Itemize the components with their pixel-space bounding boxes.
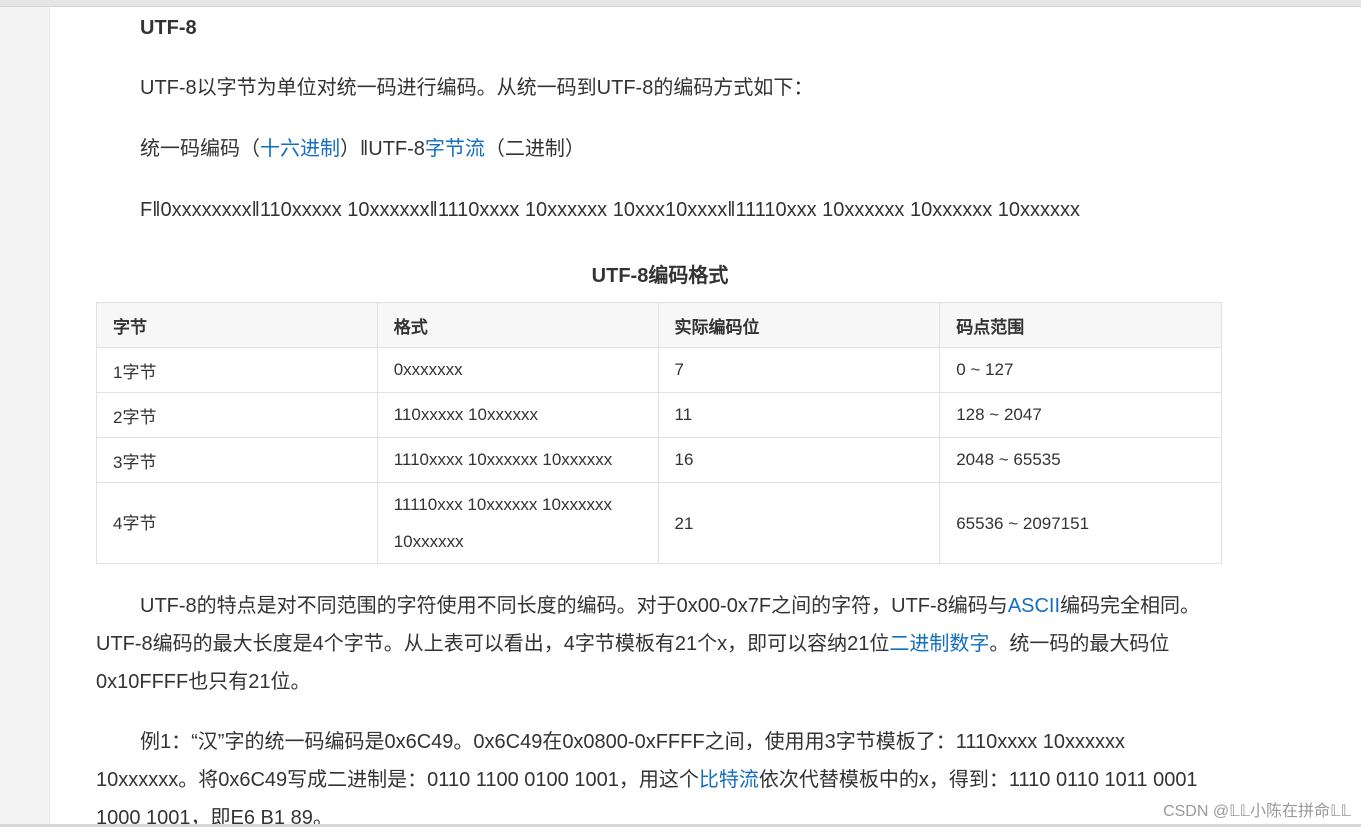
section-heading: UTF-8 [140,17,197,39]
top-border [0,0,1361,7]
cell-range: 2048 ~ 65535 [939,437,1222,483]
table-row: 2字节 110xxxxx 10xxxxxx 11 128 ~ 2047 [96,392,1222,438]
para2-text-b: 依次代替模板中的x，得到：1110 0110 1011 0001 [758,769,1198,791]
cell-format: 11110xxx 10xxxxxx 10xxxxxx 10xxxxxx [376,482,659,564]
cell-bits: 16 [657,437,941,483]
para1-text-a: UTF-8的特点是对不同范围的字符使用不同长度的编码。对于0x00-0x7F之间… [140,595,1008,617]
byte-stream-link[interactable]: 字节流 [425,138,485,160]
cell-range: 128 ~ 2047 [939,392,1222,438]
para2-line3: 1000 1001，即E6 B1 89。 [96,807,333,827]
mapping-line: 统一码编码（十六进制）‖UTF-8字节流（二进制） [140,130,585,168]
cell-range: 0 ~ 127 [939,347,1222,393]
cell-bits: 21 [657,482,941,564]
hexadecimal-link[interactable]: 十六进制 [260,138,340,160]
table-row: 4字节 11110xxx 10xxxxxx 10xxxxxx 10xxxxxx … [96,482,1222,564]
table-header-row: 字节 格式 实际编码位 码点范围 [96,302,1222,348]
header-format: 格式 [376,302,659,348]
header-bytes: 字节 [96,302,378,348]
cell-format: 1110xxxx 10xxxxxx 10xxxxxx [376,437,659,483]
mapping-text-1: 统一码编码（ [140,138,260,160]
binary-digit-link[interactable]: 二进制数字 [889,633,989,655]
header-bits: 实际编码位 [657,302,941,348]
cell-bytes: 3字节 [96,437,378,483]
para1-text-d: 。统一码的最大码位 [989,633,1170,655]
ascii-link[interactable]: ASCII [1008,595,1060,617]
header-range: 码点范围 [939,302,1222,348]
table-row: 3字节 1110xxxx 10xxxxxx 10xxxxxx 16 2048 ~… [96,437,1222,483]
cell-bytes: 4字节 [96,482,378,564]
cell-bits: 11 [657,392,941,438]
para1-line3: 0x10FFFF也只有21位。 [96,671,311,693]
table-row: 1字节 0xxxxxxx 7 0 ~ 127 [96,347,1222,393]
cell-bits: 7 [657,347,941,393]
cell-range: 65536 ~ 2097151 [939,482,1222,564]
article-body: UTF-8 UTF-8以字节为单位对统一码进行编码。从统一码到UTF-8的编码方… [50,7,1361,827]
para1-line2: UTF-8编码的最大长度是4个字节。从上表可以看出，4字节模板有21个x，即可以… [96,625,1169,663]
mapping-text-3: （二进制） [484,138,585,160]
cell-format: 0xxxxxxx [376,347,659,393]
para2-line2: 10xxxxxx。将0x6C49写成二进制是：0110 1100 0100 10… [96,761,1198,799]
mapping-text-2: ）‖UTF-8 [340,138,425,160]
intro-paragraph: UTF-8以字节为单位对统一码进行编码。从统一码到UTF-8的编码方式如下： [140,77,814,99]
bitstream-link[interactable]: 比特流 [699,769,759,791]
utf8-format-table: 字节 格式 实际编码位 码点范围 1字节 0xxxxxxx 7 0 ~ 127 … [96,302,1222,564]
para2-text-a: 10xxxxxx。将0x6C49写成二进制是：0110 1100 0100 10… [96,769,699,791]
cell-format: 110xxxxx 10xxxxxx [376,392,659,438]
left-gutter [0,7,50,827]
table-caption: UTF-8编码格式 [591,265,729,287]
para2-line1: 例1：“汉”字的统一码编码是0x6C49。0x6C49在0x0800-0xFFF… [140,731,1126,753]
para1-text-c: UTF-8编码的最大长度是4个字节。从上表可以看出，4字节模板有21个x，即可以… [96,633,890,655]
para1-line1: UTF-8的特点是对不同范围的字符使用不同长度的编码。对于0x00-0x7F之间… [140,587,1200,625]
cell-bytes: 1字节 [96,347,378,393]
csdn-watermark: CSDN @𝕃𝕃小陈在拼命𝕃𝕃 [1163,803,1351,820]
para1-text-b: 编码完全相同。 [1060,595,1201,617]
cell-bytes: 2字节 [96,392,378,438]
format-line: F‖0xxxxxxxx‖110xxxxx 10xxxxxx‖1110xxxx 1… [140,199,1081,221]
